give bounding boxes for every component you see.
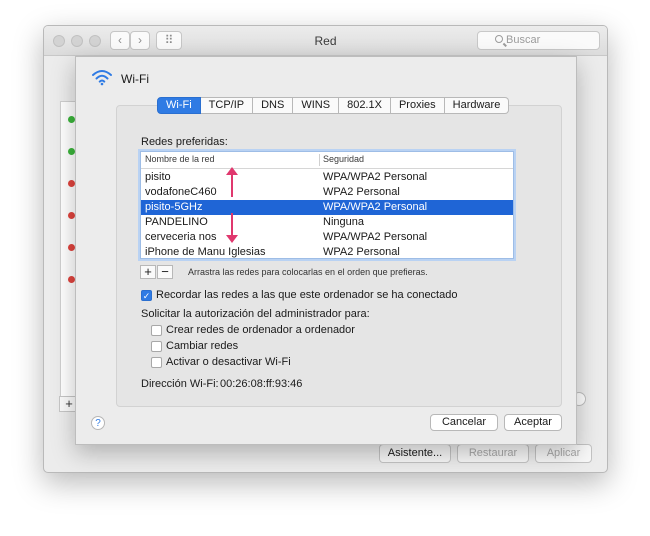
network-security: WPA2 Personal (323, 246, 400, 258)
column-header-name[interactable]: Nombre de la red (145, 154, 215, 164)
change-networks-label: Cambiar redes (166, 340, 239, 352)
window-titlebar: ‹ › ⠿ Red Buscar (44, 26, 607, 56)
network-name: iPhone de Manu Iglesias (145, 246, 266, 258)
status-dot-icon (68, 212, 75, 219)
table-row-selected[interactable]: pisito-5GHz WPA/WPA2 Personal (141, 200, 513, 215)
arrow-down-icon (226, 213, 238, 243)
table-row[interactable]: vodafoneC460 WPA2 Personal (141, 185, 513, 200)
network-name: vodafoneC460 (145, 186, 217, 198)
status-dot-icon (68, 276, 75, 283)
accept-button[interactable]: Aceptar (504, 414, 562, 431)
search-input[interactable]: Buscar (477, 31, 600, 50)
remove-network-button[interactable]: − (157, 265, 173, 279)
toggle-wifi-label: Activar o desactivar Wi-Fi (166, 356, 291, 368)
wifi-icon (92, 70, 112, 86)
assistant-button[interactable]: Asistente... (379, 444, 451, 463)
network-name: cerveceria nos (145, 231, 217, 243)
preferred-networks-table[interactable]: Nombre de la red Seguridad pisito WPA/WP… (140, 151, 514, 259)
network-security: Ninguna (323, 216, 364, 228)
tab-proxies[interactable]: Proxies (390, 97, 445, 114)
network-name: PANDELINO (145, 216, 208, 228)
tab-dns[interactable]: DNS (253, 97, 294, 114)
network-name: pisito-5GHz (145, 201, 203, 213)
arrow-up-icon (226, 167, 238, 197)
network-security: WPA2 Personal (323, 186, 400, 198)
toggle-wifi-checkbox[interactable] (151, 357, 162, 368)
table-row[interactable]: iPhone de Manu Iglesias WPA2 Personal (141, 245, 513, 258)
column-divider (319, 154, 320, 166)
search-placeholder: Buscar (506, 34, 541, 46)
remember-networks-label: Recordar las redes a las que este ordena… (156, 289, 458, 301)
change-networks-checkbox[interactable] (151, 341, 162, 352)
cancel-button[interactable]: Cancelar (430, 414, 498, 431)
table-row[interactable]: pisito WPA/WPA2 Personal (141, 170, 513, 185)
wifi-address-value: 00:26:08:ff:93:46 (220, 378, 303, 390)
search-icon (495, 35, 503, 43)
remember-networks-checkbox[interactable]: ✓ (141, 290, 152, 301)
status-dot-icon (68, 116, 75, 123)
apply-button: Aplicar (535, 444, 592, 463)
admin-auth-label: Solicitar la autorización del administra… (141, 308, 370, 320)
preferred-networks-label: Redes preferidas: (141, 136, 228, 148)
network-name: pisito (145, 171, 171, 183)
network-security: WPA/WPA2 Personal (323, 171, 428, 183)
table-row[interactable]: cerveceria nos WPA/WPA2 Personal (141, 230, 513, 245)
status-dot-icon (68, 148, 75, 155)
tab-wifi[interactable]: Wi-Fi (157, 97, 201, 114)
table-row[interactable]: PANDELINO Ninguna (141, 215, 513, 230)
wifi-advanced-sheet: Wi-Fi Wi-Fi TCP/IP DNS WINS 802.1X Proxi… (75, 56, 577, 445)
tab-wins[interactable]: WINS (293, 97, 340, 114)
tab-8021x[interactable]: 802.1X (339, 97, 391, 114)
column-header-security[interactable]: Seguridad (323, 154, 364, 164)
status-dot-icon (68, 180, 75, 187)
table-header: Nombre de la red Seguridad (141, 152, 513, 169)
tab-bar: Wi-Fi TCP/IP DNS WINS 802.1X Proxies Har… (157, 97, 510, 114)
add-network-button[interactable]: + (140, 265, 156, 279)
tab-hardware[interactable]: Hardware (444, 97, 510, 114)
wifi-address-label: Dirección Wi-Fi: (141, 378, 219, 390)
status-dot-icon (68, 244, 75, 251)
sheet-title: Wi-Fi (121, 72, 149, 86)
create-computer-network-checkbox[interactable] (151, 325, 162, 336)
tab-tcpip[interactable]: TCP/IP (200, 97, 254, 114)
network-security: WPA/WPA2 Personal (323, 231, 428, 243)
create-computer-network-label: Crear redes de ordenador a ordenador (166, 324, 355, 336)
network-security: WPA/WPA2 Personal (323, 201, 428, 213)
help-button[interactable]: ? (91, 416, 105, 430)
restore-button: Restaurar (457, 444, 529, 463)
drag-hint-text: Arrastra las redes para colocarlas en el… (188, 267, 428, 277)
